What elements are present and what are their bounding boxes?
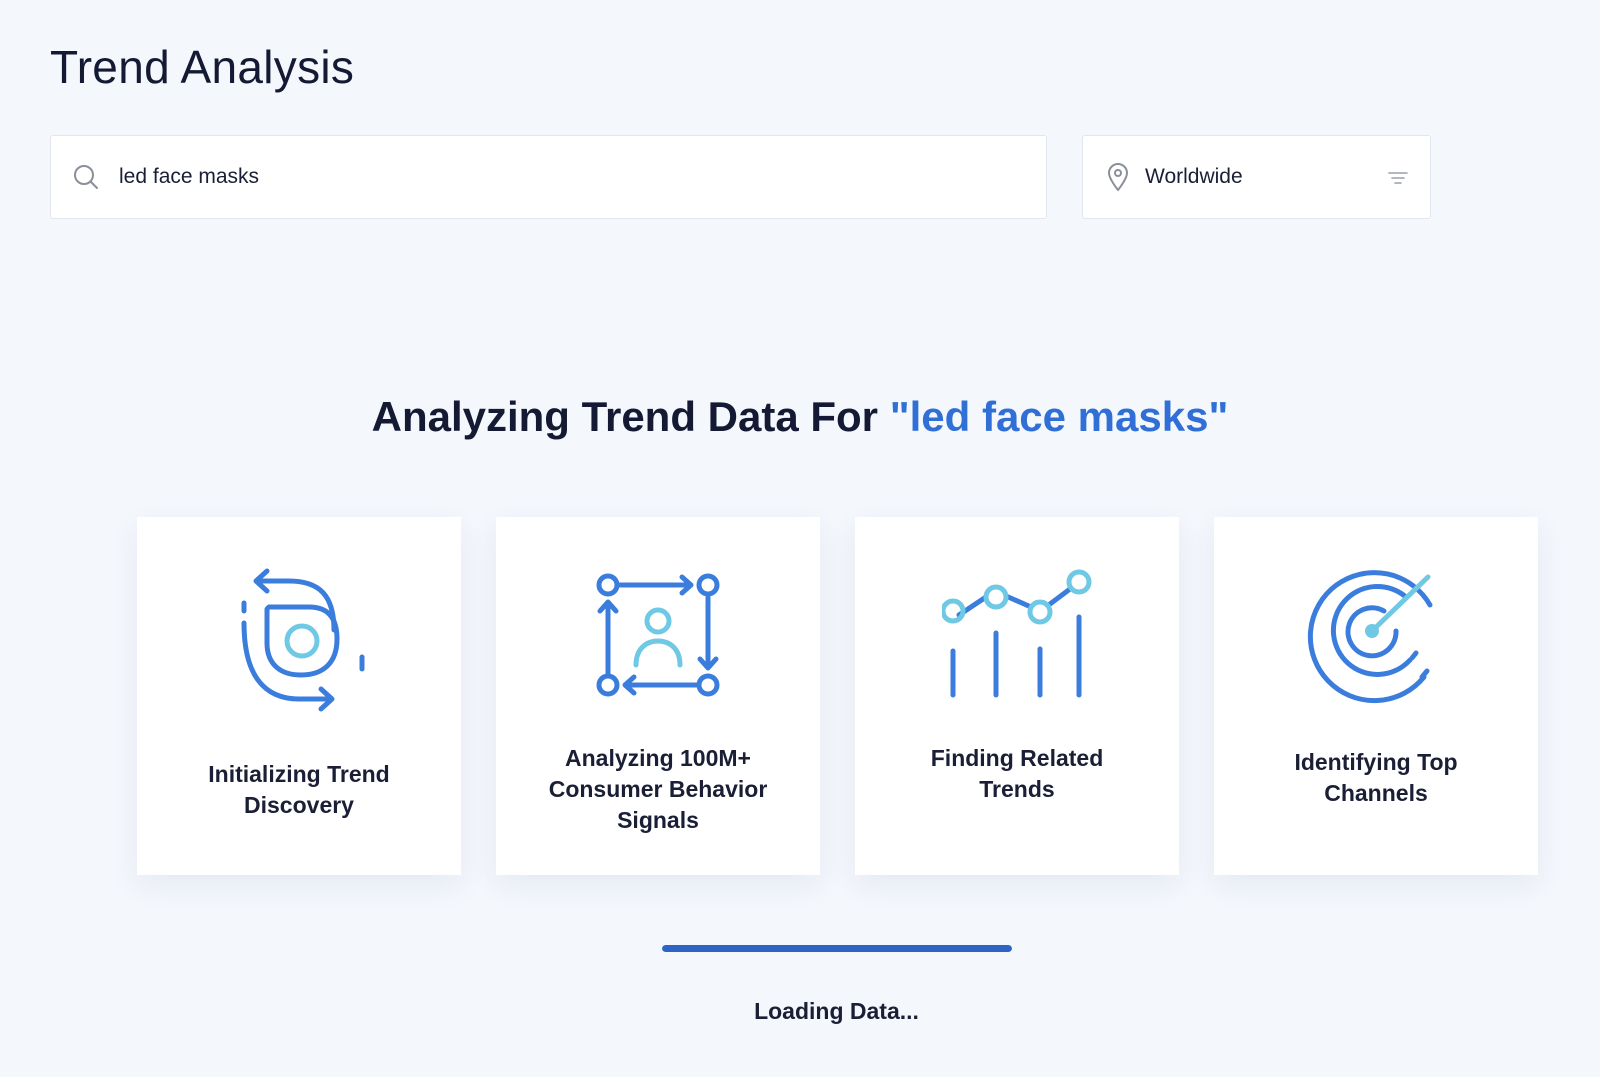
filter-icon[interactable] [1386,166,1410,190]
trend-chart-icon [855,567,1179,703]
step-card-related-trends: Finding Related Trends [855,517,1179,875]
progress-bar [662,945,1012,952]
user-network-icon [496,565,820,705]
step-label: Initializing Trend Discovery [208,761,390,818]
step-card-top-channels: Identifying Top Channels [1214,517,1538,875]
step-card-analyzing-signals: Analyzing 100M+ Consumer Behavior Signal… [496,517,820,875]
page-title: Trend Analysis [50,41,355,93]
step-card-initializing: Initializing Trend Discovery [137,517,461,875]
location-pin-icon [1103,160,1133,194]
location-value: Worldwide [1145,165,1243,188]
step-label: Finding Related Trends [930,745,1104,802]
search-field[interactable] [50,135,1047,219]
radar-icon [1214,565,1538,705]
search-icon [71,162,101,192]
progress-bar-fill [662,945,1012,952]
analysis-heading: Analyzing Trend Data For "led face masks… [0,393,1600,441]
analysis-heading-query: "led face masks" [889,393,1229,440]
search-input[interactable] [119,165,999,189]
cycle-target-icon [137,565,461,715]
step-label: Analyzing 100M+ Consumer Behavior Signal… [548,745,768,833]
loading-status: Loading Data... [754,998,919,1024]
location-select[interactable]: Worldwide [1082,135,1431,219]
step-label: Identifying Top Channels [1294,749,1458,806]
trend-analysis-page: Trend Analysis Worldwide Analyzing [0,0,1600,1077]
analysis-heading-prefix: Analyzing Trend Data For [371,393,890,440]
analysis-steps: Initializing Trend Discovery Analyzing 1… [137,517,1538,875]
